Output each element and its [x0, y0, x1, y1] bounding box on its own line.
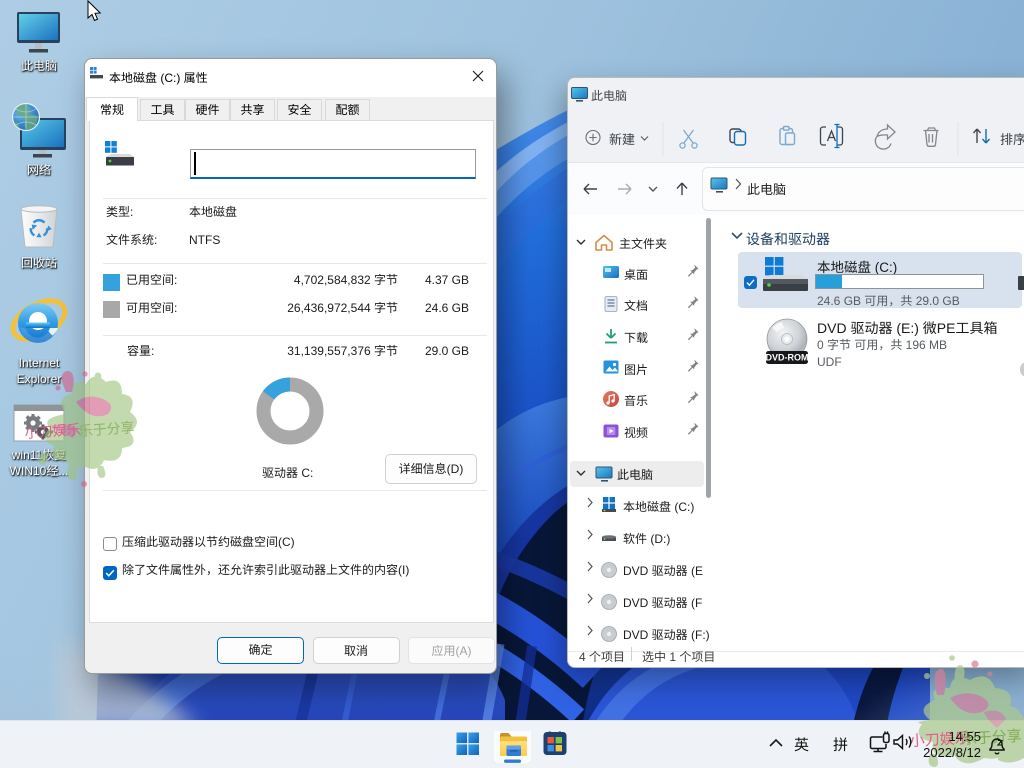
svg-text:英: 英: [794, 734, 809, 755]
svg-text:拼: 拼: [833, 734, 848, 755]
svg-text:排序: 排序: [1000, 129, 1024, 148]
svg-text:DVD-ROM: DVD-ROM: [766, 353, 809, 363]
svg-text:此电脑: 此电脑: [747, 179, 786, 198]
svg-text:2022/8/12: 2022/8/12: [923, 745, 981, 760]
svg-text:新建: 新建: [609, 129, 635, 148]
svg-text:14:55: 14:55: [948, 729, 981, 744]
